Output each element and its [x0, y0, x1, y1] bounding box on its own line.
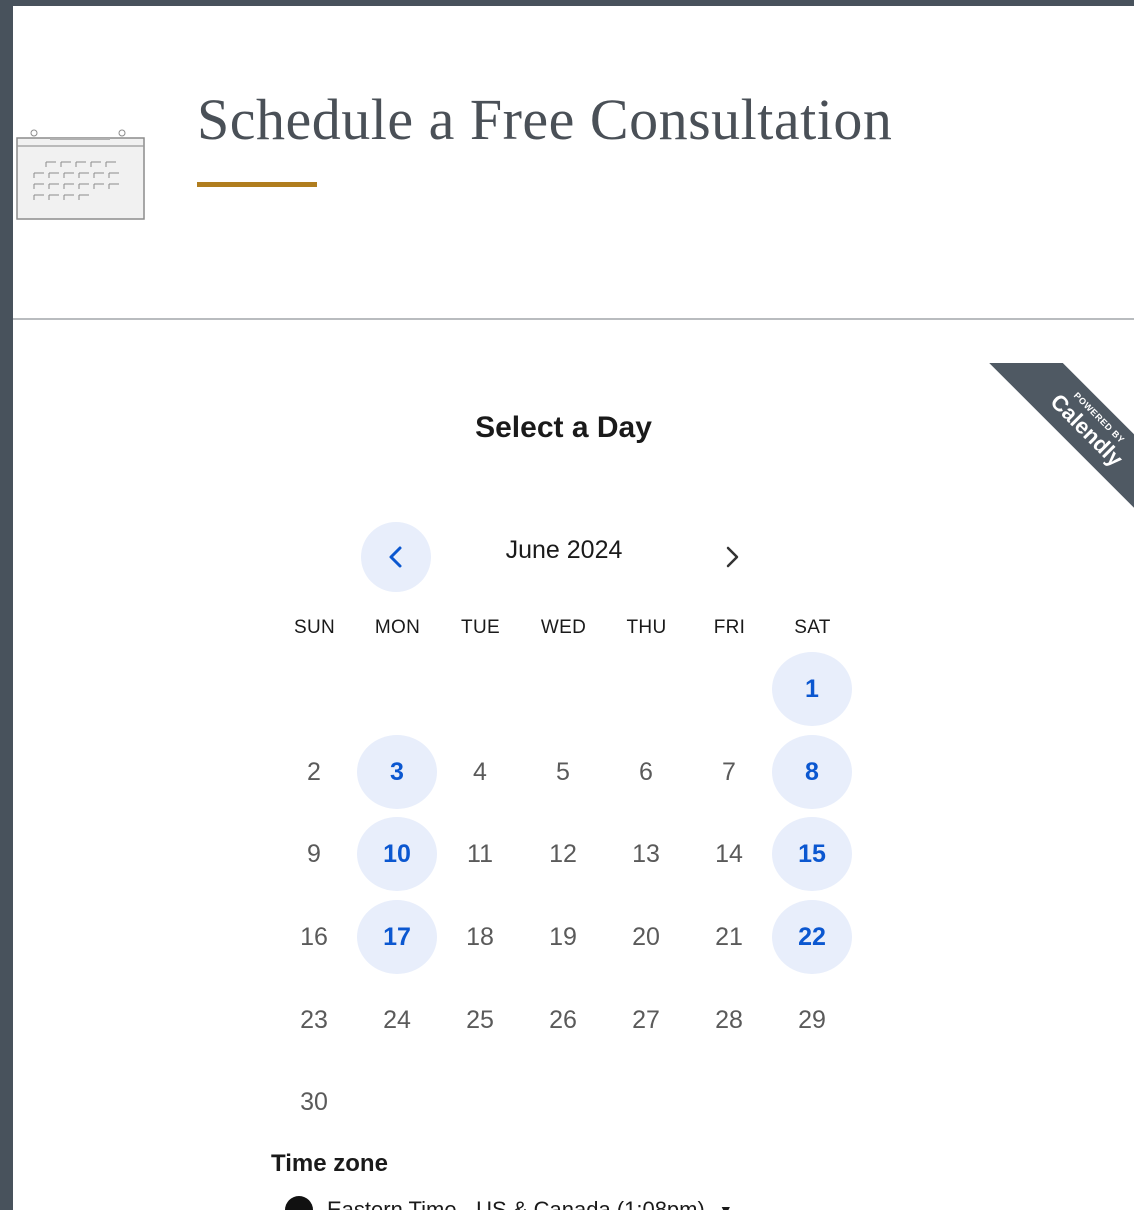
- weekday-sun: SUN: [293, 617, 335, 638]
- available-day-10[interactable]: 10: [357, 817, 437, 891]
- month-label: June 2024: [505, 536, 623, 564]
- timezone-label: Time zone: [271, 1150, 388, 1177]
- day-19: 19: [549, 922, 577, 951]
- weekday-thu: THU: [626, 617, 667, 638]
- title-underline: [197, 182, 317, 187]
- scheduling-panel: Schedule a Free Consultation POWERED BY …: [13, 6, 1134, 1210]
- weekday-fri: FRI: [713, 617, 746, 638]
- caret-down-icon: ▼: [718, 1202, 733, 1210]
- globe-icon: [285, 1196, 313, 1210]
- day-12: 12: [549, 839, 577, 868]
- day-11: 11: [467, 839, 493, 868]
- day-21: 21: [715, 922, 743, 951]
- chevron-right-icon: [726, 546, 739, 568]
- available-day-15[interactable]: 15: [772, 817, 852, 891]
- available-day-3[interactable]: 3: [357, 735, 437, 809]
- day-28: 28: [715, 1005, 743, 1034]
- day-30: 30: [300, 1087, 328, 1116]
- previous-month-button[interactable]: [361, 522, 431, 592]
- day-23: 23: [300, 1005, 328, 1034]
- next-month-button[interactable]: [697, 522, 767, 592]
- day-13: 13: [632, 839, 660, 868]
- weekday-mon: MON: [374, 617, 421, 638]
- day-14: 14: [715, 839, 743, 868]
- header-divider: [13, 318, 1134, 320]
- weekday-sat: SAT: [794, 617, 831, 638]
- day-24: 24: [383, 1005, 411, 1034]
- select-day-heading: Select a Day: [475, 411, 652, 444]
- available-day-1[interactable]: 1: [772, 652, 852, 726]
- weekday-tue: TUE: [461, 617, 500, 638]
- day-4: 4: [473, 757, 487, 786]
- available-day-22[interactable]: 22: [772, 900, 852, 974]
- day-27: 27: [632, 1005, 660, 1034]
- day-26: 26: [549, 1005, 577, 1034]
- day-16: 16: [300, 922, 328, 951]
- day-6: 6: [639, 757, 653, 786]
- page-title: Schedule a Free Consultation: [197, 87, 893, 152]
- day-20: 20: [632, 922, 660, 951]
- day-29: 29: [798, 1005, 826, 1034]
- day-2: 2: [307, 757, 321, 786]
- available-day-8[interactable]: 8: [772, 735, 852, 809]
- weekday-wed: WED: [540, 617, 587, 638]
- day-18: 18: [466, 922, 494, 951]
- day-7: 7: [722, 757, 736, 786]
- day-25: 25: [466, 1005, 494, 1034]
- page-header: Schedule a Free Consultation: [13, 6, 1134, 319]
- day-9: 9: [307, 839, 321, 868]
- chevron-left-icon: [389, 546, 402, 568]
- calendar-icon: [16, 129, 145, 220]
- available-day-17[interactable]: 17: [357, 900, 437, 974]
- timezone-select[interactable]: Eastern Time - US & Canada (1:08pm) ▼: [285, 1196, 733, 1210]
- timezone-value: Eastern Time - US & Canada (1:08pm): [327, 1197, 705, 1210]
- day-5: 5: [556, 757, 570, 786]
